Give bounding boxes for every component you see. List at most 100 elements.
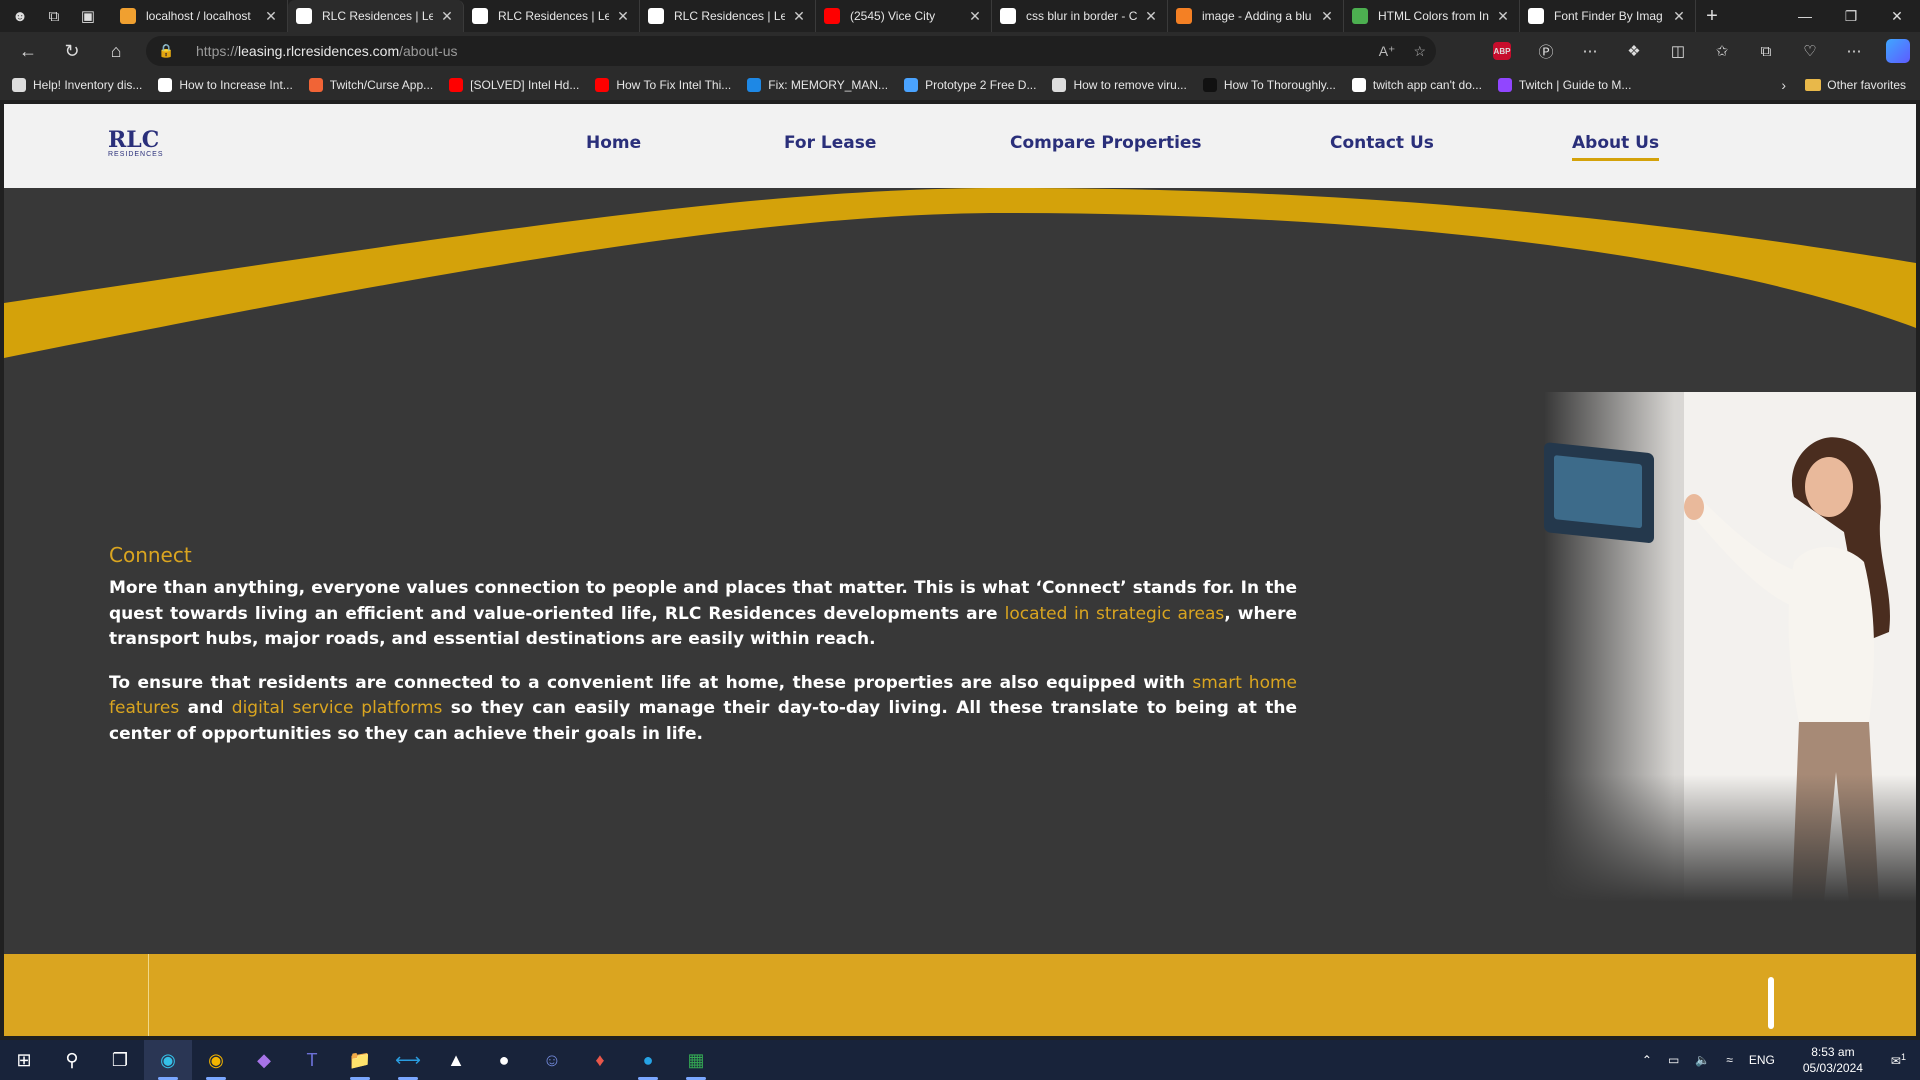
minimize-icon[interactable]: — — [1782, 0, 1828, 32]
close-tab-icon[interactable]: ✕ — [1671, 8, 1687, 25]
bookmark-item[interactable]: twitch app can't do... — [1351, 78, 1482, 92]
close-tab-icon[interactable]: ✕ — [967, 8, 983, 25]
browser-tab[interactable]: RLC Residences | Lea ✕ — [640, 0, 816, 32]
settings-more-icon[interactable]: ⋯ — [1832, 32, 1876, 70]
other-favorites-label: Other favorites — [1827, 78, 1906, 92]
logo-wordmark: RLC — [108, 127, 160, 153]
nav-about-us[interactable]: About Us — [1572, 133, 1660, 161]
browser-tab[interactable]: RLC Residences | Lea ✕ — [464, 0, 640, 32]
browser-tab[interactable]: Font Finder By Imag ✕ — [1520, 0, 1696, 32]
search-icon[interactable]: ⚲ — [48, 1040, 96, 1080]
rlc-favicon-icon — [472, 8, 488, 24]
bookmark-item[interactable]: Twitch/Curse App... — [308, 78, 434, 92]
nav-compare-properties[interactable]: Compare Properties — [1010, 133, 1202, 158]
browser-tab[interactable]: image - Adding a blu ✕ — [1168, 0, 1344, 32]
close-window-icon[interactable]: ✕ — [1874, 0, 1920, 32]
browser-tab[interactable]: (2545) Vice City ✕ — [816, 0, 992, 32]
collections-icon[interactable]: ⧉ — [1744, 32, 1788, 70]
bookmark-item[interactable]: How to Increase Int... — [158, 78, 293, 92]
bookmark-item[interactable]: How To Fix Intel Thi... — [595, 78, 731, 92]
browser-tab[interactable]: css blur in border - C ✕ — [992, 0, 1168, 32]
favorites-icon[interactable]: ✩ — [1700, 32, 1744, 70]
close-tab-icon[interactable]: ✕ — [263, 8, 279, 25]
located-in-strategic-areas-link[interactable]: located in strategic areas — [1005, 604, 1225, 624]
visual-studio-icon[interactable]: ◆ — [240, 1040, 288, 1080]
extensions-icon[interactable]: ❖ — [1612, 32, 1656, 70]
scrollbar-thumb[interactable] — [1768, 977, 1774, 1029]
bookmark-item[interactable]: Prototype 2 Free D... — [904, 78, 1036, 92]
close-tab-icon[interactable]: ✕ — [1319, 8, 1335, 25]
bookmark-item[interactable]: Twitch | Guide to M... — [1497, 78, 1631, 92]
windows-start-icon[interactable]: ⊞ — [0, 1040, 48, 1080]
browser-tab[interactable]: RLC Residences | Lea ✕ — [288, 0, 464, 32]
copilot-icon[interactable] — [1886, 39, 1910, 63]
bookmark-item[interactable]: How to remove viru... — [1052, 78, 1187, 92]
extension-dots-icon[interactable]: ⋯ — [1568, 32, 1612, 70]
bookmark-label: Prototype 2 Free D... — [925, 78, 1037, 92]
volume-icon[interactable]: 🔈 — [1687, 1053, 1718, 1067]
read-aloud-icon[interactable]: A⁺ — [1379, 43, 1396, 60]
restore-icon[interactable]: ❐ — [1828, 0, 1874, 32]
close-tab-icon[interactable]: ✕ — [439, 8, 455, 25]
address-bar[interactable]: 🔒 https://leasing.rlcresidences.com/abou… — [146, 36, 1436, 66]
notifications-icon[interactable]: ✉1 — [1883, 1052, 1920, 1068]
wifi-icon[interactable]: ≈ — [1718, 1053, 1741, 1067]
vertical-tabs-icon[interactable]: ▣ — [74, 2, 102, 30]
adblock-plus-icon[interactable]: ABP — [1493, 42, 1511, 60]
sheets-icon[interactable]: ▦ — [672, 1040, 720, 1080]
favorite-star-icon[interactable]: ☆ — [1413, 43, 1426, 60]
browser-essentials-icon[interactable]: ♡ — [1788, 32, 1832, 70]
new-tab-button[interactable]: + — [1696, 5, 1728, 28]
vscode-icon[interactable]: ⟷ — [384, 1040, 432, 1080]
close-tab-icon[interactable]: ✕ — [1495, 8, 1511, 25]
clock[interactable]: 8:53 am 05/03/2024 — [1783, 1044, 1883, 1076]
edge-icon[interactable]: ◉ — [144, 1040, 192, 1080]
close-tab-icon[interactable]: ✕ — [615, 8, 631, 25]
footer-band — [4, 954, 1916, 1036]
bookmark-label: Twitch/Curse App... — [329, 78, 434, 92]
workspaces-icon[interactable]: ⧉ — [40, 2, 68, 30]
extension-w-icon[interactable]: Ⓟ — [1524, 32, 1568, 70]
url-text[interactable]: https://leasing.rlcresidences.com/about-… — [196, 43, 457, 59]
bookmark-item[interactable]: Fix: MEMORY_MAN... — [747, 78, 888, 92]
browser-blue-icon[interactable]: ● — [624, 1040, 672, 1080]
browser-tab-strip: ☻ ⧉ ▣ localhost / localhost ✕ RLC Reside… — [0, 0, 1920, 32]
page-icon — [1052, 78, 1067, 92]
close-tab-icon[interactable]: ✕ — [791, 8, 807, 25]
bookmark-label: How to Increase Int... — [179, 78, 293, 92]
shield-app-icon[interactable]: ▲ — [432, 1040, 480, 1080]
bookmark-item[interactable]: Help! Inventory dis... — [12, 78, 142, 92]
digital-service-platforms-link[interactable]: digital service platforms — [232, 698, 443, 718]
bookmarks-overflow-icon[interactable]: › — [1781, 77, 1786, 93]
back-icon[interactable]: ← — [6, 32, 50, 70]
home-icon[interactable]: ⌂ — [94, 32, 138, 70]
battery-icon[interactable]: ▭ — [1660, 1053, 1687, 1067]
steam-icon[interactable]: ● — [480, 1040, 528, 1080]
tray-overflow-icon[interactable]: ⌃ — [1634, 1053, 1660, 1067]
bookmark-label: How To Fix Intel Thi... — [616, 78, 732, 92]
site-icon — [1202, 78, 1217, 92]
nav-home[interactable]: Home — [586, 133, 641, 158]
browser-tab[interactable]: HTML Colors from In ✕ — [1344, 0, 1520, 32]
teams-icon[interactable]: T — [288, 1040, 336, 1080]
bookmark-item[interactable]: How To Thoroughly... — [1202, 78, 1336, 92]
browser-tab[interactable]: localhost / localhost ✕ — [112, 0, 288, 32]
refresh-icon[interactable]: ↻ — [50, 32, 94, 70]
game-icon[interactable]: ♦ — [576, 1040, 624, 1080]
rlc-logo[interactable]: RLC RESIDENCES — [108, 127, 164, 158]
file-explorer-icon[interactable]: 📁 — [336, 1040, 384, 1080]
close-tab-icon[interactable]: ✕ — [1143, 8, 1159, 25]
profile-icon[interactable]: ☻ — [6, 2, 34, 30]
chrome-icon[interactable]: ◉ — [192, 1040, 240, 1080]
other-favorites[interactable]: Other favorites — [1805, 78, 1906, 92]
bookmark-item[interactable]: [SOLVED] Intel Hd... — [449, 78, 579, 92]
nav-for-lease[interactable]: For Lease — [784, 133, 876, 158]
task-view-icon[interactable]: ❐ — [96, 1040, 144, 1080]
discord-icon[interactable]: ☺ — [528, 1040, 576, 1080]
language-indicator[interactable]: ENG — [1741, 1053, 1783, 1067]
nav-contact-us[interactable]: Contact Us — [1330, 133, 1434, 158]
page-icon — [12, 78, 26, 92]
windows-taskbar: ⊞ ⚲ ❐ ◉ ◉ ◆ T 📁 ⟷ ▲ ● ☺ ♦ ● ▦ ⌃ ▭ 🔈 ≈ ENG 8:53 am 05/03… — [0, 1040, 1920, 1080]
lock-icon[interactable]: 🔒 — [158, 43, 180, 59]
split-screen-icon[interactable]: ◫ — [1656, 32, 1700, 70]
